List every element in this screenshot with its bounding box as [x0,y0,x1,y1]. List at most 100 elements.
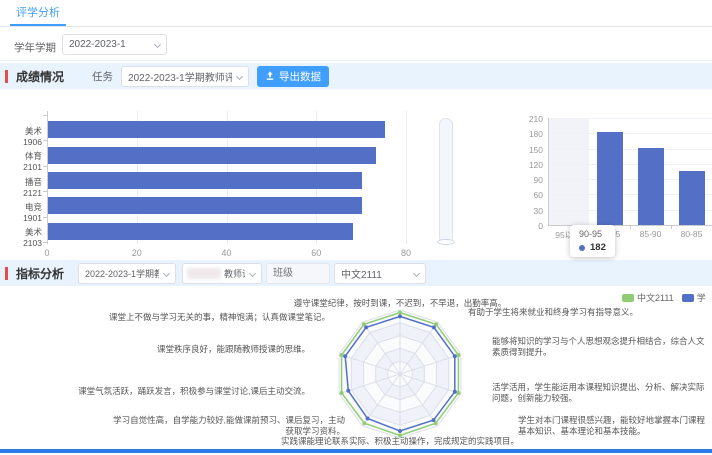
x-category-label: 80-85 [672,229,712,239]
survey-select-value: 教师评学调 [224,267,245,280]
chevron-down-icon [413,269,420,276]
y-axis-tick [43,242,47,243]
bar-播音2121[interactable] [48,172,362,189]
indicator-section-header: 指标分析 2022-2023-1学期教师评 教师评学调 中文2111 [0,260,712,286]
x-tick-label: 20 [127,248,147,258]
radar-point[interactable] [364,325,368,329]
tooltip-title: 90-95 [579,229,606,239]
tooltip-row: 182 [579,242,606,253]
y-axis-tick [43,140,47,141]
radar-point[interactable] [432,325,436,329]
radar-indicator-label: 学习自觉性高，自学能力较好,能做课前预习、课后复习，主动获取学习资料。 [105,415,345,437]
radar-indicator-label: 学生对本门课程很感兴趣，能较好地掌握本门课程基本知识、基本理论和基本技能。 [518,415,712,437]
y-tick-label: 180 [520,129,543,139]
divider [0,60,712,61]
gridline [548,149,712,150]
class-input[interactable] [266,263,330,284]
indicator-task-select[interactable]: 2022-2023-1学期教师评 [78,263,176,284]
indicator-task-select-value: 2022-2023-1学期教师评 [85,267,159,280]
radar-point[interactable] [343,354,347,358]
y-axis-tick [43,217,47,218]
data-zoom-slider[interactable] [439,118,453,244]
radar-point[interactable] [453,390,457,394]
radar-point[interactable] [362,421,366,425]
class-select[interactable]: 中文2111 [334,263,426,284]
category-label: 体育2101 [8,150,42,172]
gridline [548,164,712,165]
tab-evaluation-analysis[interactable]: 评学分析 [10,0,66,26]
radar-indicator-label: 实践课能理论联系实际、积极主动操作，完成规定的实践项目。 [278,436,522,447]
radar-point[interactable] [456,353,460,357]
radar-indicator-label: 有助于学生将来就业和终身学习有指导意义。 [468,307,712,318]
y-tick-label: 60 [520,190,543,200]
y-tick-label: 30 [520,206,543,216]
gridline [406,111,407,244]
radar-point[interactable] [456,391,460,395]
bottom-blue-bar [0,449,712,453]
indicator-radar-chart: 遵守课堂纪律，按时到课，不迟到，不早退，出勤率高。有助于学生将来就业和终身学习有… [0,290,712,450]
export-data-button[interactable]: 导出数据 [257,66,329,87]
x-tick-label: 60 [306,248,326,258]
chevron-down-icon [154,41,161,48]
x-tick-label: 80 [396,248,416,258]
radar-point[interactable] [432,418,436,422]
y-tick-label: 90 [520,175,543,185]
bar-80-85[interactable] [679,171,705,225]
radar-point[interactable] [340,353,344,357]
chart-tooltip: 90-95 182 [570,225,615,257]
indicator-section-title: 指标分析 [16,265,64,282]
radar-indicator-label: 活学活用，学生能运用本课程知识提出、分析、解决实际问题，创新能力较强。 [492,382,712,404]
tab-bar: 评学分析 [0,0,712,27]
tooltip-value: 182 [590,242,606,253]
bar-美术2103[interactable] [48,223,353,240]
gridline [548,118,712,119]
y-tick-label: 150 [520,145,543,155]
bar-85-90[interactable] [638,148,664,225]
score-section-header: 成绩情况 任务 2022-2023-1学期教师评 导出数据 [0,63,712,89]
radar-point[interactable] [366,417,370,421]
radar-point[interactable] [398,429,402,433]
gridline [548,133,712,134]
radar-indicator-label: 课堂上不做与学习无关的事，精神饱满；认真做课堂笔记。 [62,312,330,323]
y-axis-tick [43,166,47,167]
survey-select[interactable]: 教师评学调 [182,263,262,284]
y-axis-tick [43,115,47,116]
radar-point[interactable] [398,311,402,315]
class-score-bar-chart: 020406080美术1906体育2101播音2121电竞1901美术2103 [8,95,438,260]
task-select[interactable]: 2022-2023-1学期教师评 [121,66,249,87]
y-axis-line [548,118,549,225]
export-icon [265,71,275,81]
bar-美术1906[interactable] [48,121,385,138]
bar-体育2101[interactable] [48,147,376,164]
red-accent-bar [5,267,8,280]
score-range-bar-chart: 030609012015018021095以上90-9585-9080-8590… [520,105,712,260]
category-label: 播音2121 [8,176,42,198]
radar-indicator-label: 课堂气氛活跃，踊跃发言，积极参与课堂讨论,课后主动交流。 [70,386,310,397]
radar-point[interactable] [398,314,402,318]
radar-indicator-label: 课堂秩序良好，能跟随教师授课的思维。 [70,344,310,355]
semester-select[interactable]: 2022-2023-1 [62,34,167,55]
y-tick-label: 120 [520,160,543,170]
data-zoom-handle[interactable] [437,239,455,245]
bar-90-95[interactable] [597,132,623,225]
x-category-label: 85-90 [631,229,671,239]
class-select-value: 中文2111 [341,266,382,281]
radar-point[interactable] [453,354,457,358]
semester-label: 学年学期 [14,40,56,55]
bar-电竞1901[interactable] [48,197,362,214]
score-section-title: 成绩情况 [16,68,64,85]
task-select-value: 2022-2023-1学期教师评 [128,69,232,84]
category-label: 美术1906 [8,125,42,147]
category-label: 美术2103 [8,226,42,248]
semester-select-value: 2022-2023-1 [69,39,126,50]
x-tick-label: 0 [37,248,57,258]
red-accent-bar [5,70,8,83]
chevron-down-icon [163,269,170,276]
radar-point[interactable] [340,391,344,395]
task-label: 任务 [92,69,113,84]
radar-point[interactable] [346,389,350,393]
chevron-down-icon [249,269,256,276]
export-button-label: 导出数据 [279,69,321,84]
redacted-text [187,268,221,279]
y-tick-label: 210 [520,114,543,124]
